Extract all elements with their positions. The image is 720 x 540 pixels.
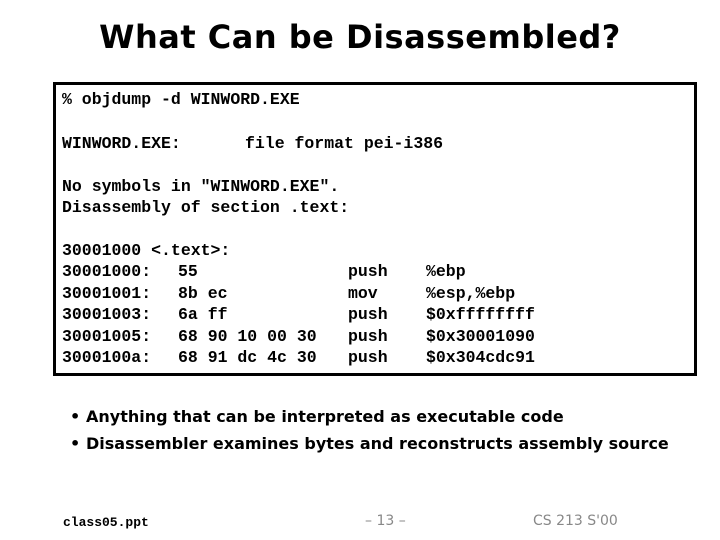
bullet-item: • Anything that can be interpreted as exe… <box>70 403 669 430</box>
bullet-dot-icon: • <box>70 407 81 426</box>
file-format: file format pei-i386 <box>245 134 444 153</box>
row-bytes: 68 90 10 00 30 <box>178 326 317 346</box>
footer-course: CS 213 S'00 <box>533 513 618 529</box>
objdump-output-box: % objdump -d WINWORD.EXE WINWORD.EXE: fi… <box>53 82 697 376</box>
row-operands: $0x304cdc91 <box>426 348 535 367</box>
section-line: Disassembly of section .text: <box>62 198 350 217</box>
bullet-dot-icon: • <box>70 434 81 453</box>
no-symbols-line: No symbols in "WINWORD.EXE". <box>62 177 340 196</box>
row-opcode: push <box>348 326 388 346</box>
row-operands: %ebp <box>426 262 466 281</box>
row-address: 30001001: <box>62 283 152 303</box>
row-bytes: 6a ff <box>178 305 228 324</box>
row-address: 30001000: <box>62 262 152 281</box>
file-label: WINWORD.EXE: <box>62 134 181 153</box>
row-opcode: mov <box>348 283 378 303</box>
row-operands: $0x30001090 <box>426 326 535 346</box>
row-address: 30001003: <box>62 305 152 324</box>
row-address: 3000100a: <box>62 348 152 367</box>
command-line: % objdump -d WINWORD.EXE <box>62 90 300 109</box>
footer-filename: class05.ppt <box>63 515 149 530</box>
slide-title: What Can be Disassembled? <box>99 18 621 56</box>
row-bytes: 55 <box>178 262 198 281</box>
row-address: 30001005: <box>62 326 152 346</box>
bullet-list: • Anything that can be interpreted as exe… <box>70 403 669 457</box>
row-bytes: 8b ec <box>178 283 228 303</box>
row-opcode: push <box>348 348 388 367</box>
row-bytes: 68 91 dc 4c 30 <box>178 348 317 367</box>
bullet-item: • Disassembler examines bytes and reconst… <box>70 430 669 457</box>
label-line: 30001000 <.text>: <box>62 241 231 260</box>
row-opcode: push <box>348 305 388 324</box>
footer-page-number: – 13 – <box>365 513 406 529</box>
row-operands: %esp,%ebp <box>426 283 516 303</box>
row-operands: $0xffffffff <box>426 305 535 324</box>
row-opcode: push <box>348 262 388 281</box>
